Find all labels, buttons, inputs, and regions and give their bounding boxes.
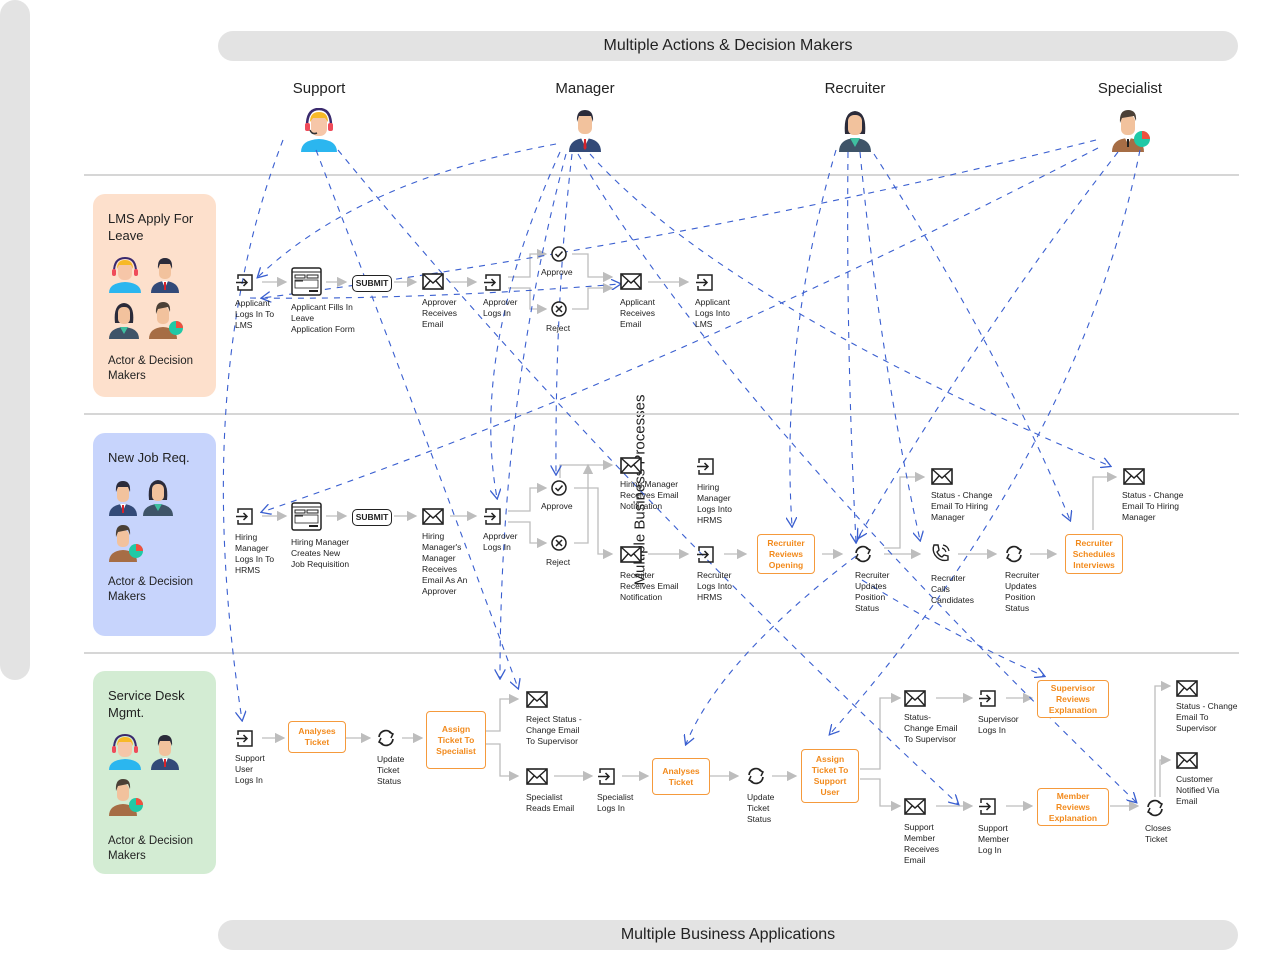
highlight-step-box: Recruiter Reviews Opening — [757, 534, 815, 574]
envelope-icon — [904, 798, 926, 815]
login-icon — [484, 508, 501, 525]
envelope-icon — [422, 273, 444, 290]
login-icon — [598, 768, 615, 785]
step-label: Applicant Logs In To LMS — [235, 298, 275, 330]
step-label: Reject Status - Change Email To Supervis… — [526, 714, 582, 746]
step-label: Hiring Manager Receives Email Notificati… — [620, 479, 679, 511]
step-label: Support Member Receives Email — [904, 822, 939, 865]
dashed-connector — [337, 149, 958, 804]
step-label: Hiring Manager Logs In To HRMS — [235, 532, 275, 575]
step-label: Approver Logs In — [483, 297, 518, 318]
login-icon — [236, 508, 253, 525]
dashed-connector — [315, 149, 518, 688]
dashed-connector — [830, 149, 1141, 734]
step-label: Customer Notified Via Email — [1176, 774, 1220, 806]
dashed-connector — [258, 143, 557, 277]
x-circle-icon — [551, 535, 567, 551]
step-label: Reject — [546, 557, 571, 567]
step-label: Status - Change Email To Supervisor — [1176, 701, 1238, 733]
login-icon — [236, 730, 253, 747]
step-label: Recruiter Updates Position Status — [855, 570, 890, 613]
refresh-icon — [377, 729, 395, 747]
step-label: Approve — [541, 501, 573, 511]
x-circle-icon — [551, 301, 567, 317]
dashed-connector — [847, 151, 856, 542]
envelope-icon — [904, 690, 926, 707]
login-icon — [696, 274, 713, 291]
envelope-icon — [526, 768, 548, 785]
step-label: Specialist Reads Email — [526, 792, 575, 813]
highlight-step-box: Assign Ticket To Specialist — [426, 711, 486, 769]
step-label: Support User Logs In — [235, 753, 265, 785]
step-label: Reject — [546, 323, 571, 333]
step-label: Update Ticket Status — [377, 754, 405, 786]
dashed-connector — [222, 139, 284, 720]
step-label: Supervisor Logs In — [978, 714, 1019, 735]
dashed-connector — [790, 149, 837, 526]
submit-button-icon: SUBMIT — [352, 509, 392, 526]
step-label: Recruiter Logs Into HRMS — [697, 570, 732, 602]
envelope-icon — [422, 508, 444, 525]
step-label: Applicant Receives Email — [620, 297, 655, 329]
step-label: Approver Receives Email — [422, 297, 457, 329]
step-label: Status- Change Email To Supervisor — [904, 712, 958, 744]
highlight-step-box: Analyses Ticket — [288, 721, 346, 753]
step-label: Applicant Logs Into LMS — [695, 297, 730, 329]
highlight-step-box: Recruiter Schedules Interviews — [1065, 534, 1123, 574]
dashed-connector — [873, 153, 1070, 520]
step-label: Specialist Logs In — [597, 792, 634, 813]
dashed-connector — [500, 153, 567, 678]
step-label: Approver Logs In — [483, 531, 518, 552]
envelope-icon — [1176, 752, 1198, 769]
envelope-icon — [620, 273, 642, 290]
dashed-connector — [858, 151, 1119, 538]
step-label: Hiring Manager Creates New Job Requisiti… — [291, 537, 350, 569]
login-icon — [697, 458, 714, 475]
check-circle-icon — [551, 480, 567, 496]
highlight-step-box: Analyses Ticket — [652, 758, 710, 795]
login-icon — [697, 546, 714, 563]
envelope-icon — [620, 546, 642, 563]
step-label: Support Member Log In — [978, 823, 1010, 855]
step-label: Recruiter Calls Candidates — [931, 573, 975, 605]
envelope-icon — [526, 691, 548, 708]
submit-button-icon: SUBMIT — [352, 275, 392, 292]
login-icon — [236, 274, 253, 291]
step-label: Hiring Manager Logs Into HRMS — [697, 482, 732, 525]
step-label: Update Ticket Status — [747, 792, 775, 824]
login-icon — [979, 798, 996, 815]
form-window-icon — [291, 267, 322, 296]
step-label: Approve — [541, 267, 573, 277]
dashed-connector — [262, 147, 1099, 512]
step-label: Applicant Fills In Leave Application For… — [291, 302, 355, 334]
step-label: Recruiter Receives Email Notification — [620, 570, 679, 602]
dashed-connector — [859, 151, 920, 540]
highlight-step-box: Supervisor Reviews Explanation — [1037, 680, 1109, 718]
step-label: Hiring Manager's Manager Receives Email … — [422, 531, 468, 596]
refresh-icon — [1005, 545, 1023, 563]
login-icon — [484, 274, 501, 291]
refresh-icon — [1146, 799, 1164, 817]
highlight-step-box: Assign Ticket To Support User — [801, 749, 859, 803]
envelope-icon — [931, 468, 953, 485]
step-label: Status - Change Email To Hiring Manager — [1122, 490, 1184, 522]
envelope-icon — [1123, 468, 1145, 485]
step-label: Status - Change Email To Hiring Manager — [931, 490, 993, 522]
refresh-icon — [854, 545, 872, 563]
step-label: Closes Ticket — [1145, 823, 1171, 844]
login-icon — [979, 690, 996, 707]
envelope-icon — [1176, 680, 1198, 697]
refresh-icon — [747, 767, 765, 785]
step-label: Recruiter Updates Position Status — [1005, 570, 1040, 613]
form-window-icon — [291, 502, 322, 531]
check-circle-icon — [551, 246, 567, 262]
dashed-connector — [589, 153, 1110, 466]
phone-call-icon — [932, 544, 950, 562]
envelope-icon — [620, 457, 642, 474]
highlight-step-box: Member Reviews Explanation — [1037, 788, 1109, 826]
